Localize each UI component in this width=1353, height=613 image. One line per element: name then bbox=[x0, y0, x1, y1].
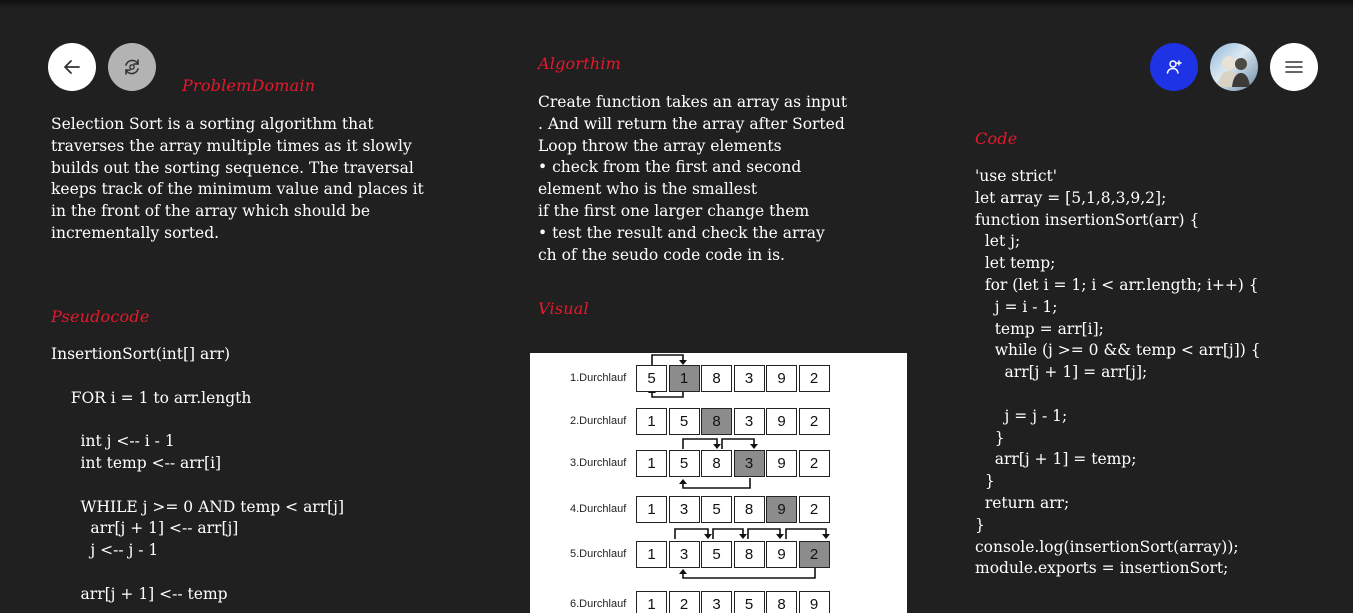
algorithm-heading: Algorthim bbox=[538, 54, 622, 73]
array-cell: 1 bbox=[636, 496, 667, 523]
array-cell: 9 bbox=[766, 541, 797, 568]
person-add-icon bbox=[1166, 60, 1182, 74]
problem-domain-text: Selection Sort is a sorting algorithm th… bbox=[51, 115, 424, 242]
array-cell: 3 bbox=[733, 450, 765, 477]
array-cell: 5 bbox=[668, 450, 700, 477]
avatar[interactable] bbox=[1210, 43, 1258, 91]
array-cell: 2 bbox=[798, 496, 830, 523]
array-cell: 2 bbox=[798, 408, 830, 435]
pseudocode-heading: Pseudocode bbox=[51, 307, 150, 326]
array-cell: 9 bbox=[766, 496, 797, 523]
array-cell: 8 bbox=[701, 365, 732, 392]
pseudocode-text: InsertionSort(int[] arr) FOR i = 1 to ar… bbox=[51, 345, 345, 603]
insertion-sort-diagram: 1.Durchlauf 5 1 8 3 9 2 2.Durchlauf 1 5 8 3 9 2 3.Durc… bbox=[530, 353, 907, 613]
pass-label: 2.Durchlauf bbox=[570, 415, 627, 427]
array-cell: 1 bbox=[636, 450, 667, 477]
add-user-button[interactable] bbox=[1150, 43, 1198, 91]
array-cell: 8 bbox=[701, 450, 732, 477]
pass-label: 4.Durchlauf bbox=[570, 503, 627, 515]
array-cell: 2 bbox=[668, 591, 700, 613]
array-cell: 9 bbox=[766, 408, 797, 435]
array-cell: 3 bbox=[733, 365, 765, 392]
pass-label: 5.Durchlauf bbox=[570, 548, 627, 560]
menu-button[interactable] bbox=[1270, 43, 1318, 91]
pass-label: 6.Durchlauf bbox=[570, 598, 627, 610]
array-cell: 5 bbox=[733, 591, 765, 613]
array-cell: 9 bbox=[766, 365, 797, 392]
array-cell: 1 bbox=[636, 541, 667, 568]
array-cell: 2 bbox=[798, 365, 830, 392]
array-cell: 5 bbox=[701, 541, 732, 568]
array-cell: 8 bbox=[766, 591, 797, 613]
array-cell: 9 bbox=[798, 591, 830, 613]
array-cell: 5 bbox=[668, 408, 700, 435]
array-cell: 1 bbox=[668, 365, 700, 392]
top-shadow-bar bbox=[0, 0, 1353, 8]
problem-domain-heading: ProblemDomain bbox=[182, 76, 316, 95]
array-cell: 5 bbox=[701, 496, 732, 523]
code-text: 'use strict' let array = [5,1,8,3,9,2]; … bbox=[975, 167, 1261, 578]
diagram-arrows bbox=[648, 354, 830, 579]
refresh-button[interactable] bbox=[108, 43, 156, 91]
array-cell: 8 bbox=[733, 496, 765, 523]
array-cell: 8 bbox=[701, 408, 732, 435]
array-cell: 1 bbox=[636, 591, 667, 613]
array-cell: 3 bbox=[733, 408, 765, 435]
array-cell: 5 bbox=[636, 365, 667, 392]
refresh-icon bbox=[125, 59, 139, 75]
arrow-left-icon bbox=[64, 60, 80, 74]
algorithm-text: Create function takes an array as input … bbox=[538, 93, 848, 264]
back-button[interactable] bbox=[48, 43, 96, 91]
array-cell: 8 bbox=[733, 541, 765, 568]
code-heading: Code bbox=[975, 129, 1018, 148]
hamburger-menu-icon bbox=[1285, 61, 1303, 73]
visual-heading: Visual bbox=[538, 299, 589, 318]
pass-label: 3.Durchlauf bbox=[570, 457, 627, 469]
array-cell: 3 bbox=[701, 591, 732, 613]
array-cell: 2 bbox=[798, 450, 830, 477]
array-cell: 9 bbox=[766, 450, 797, 477]
array-cell: 1 bbox=[636, 408, 667, 435]
pass-label: 1.Durchlauf bbox=[570, 372, 627, 384]
avatar-image bbox=[1218, 56, 1250, 87]
array-cell: 3 bbox=[668, 541, 700, 568]
array-cell: 3 bbox=[668, 496, 700, 523]
array-cell: 2 bbox=[798, 541, 830, 568]
